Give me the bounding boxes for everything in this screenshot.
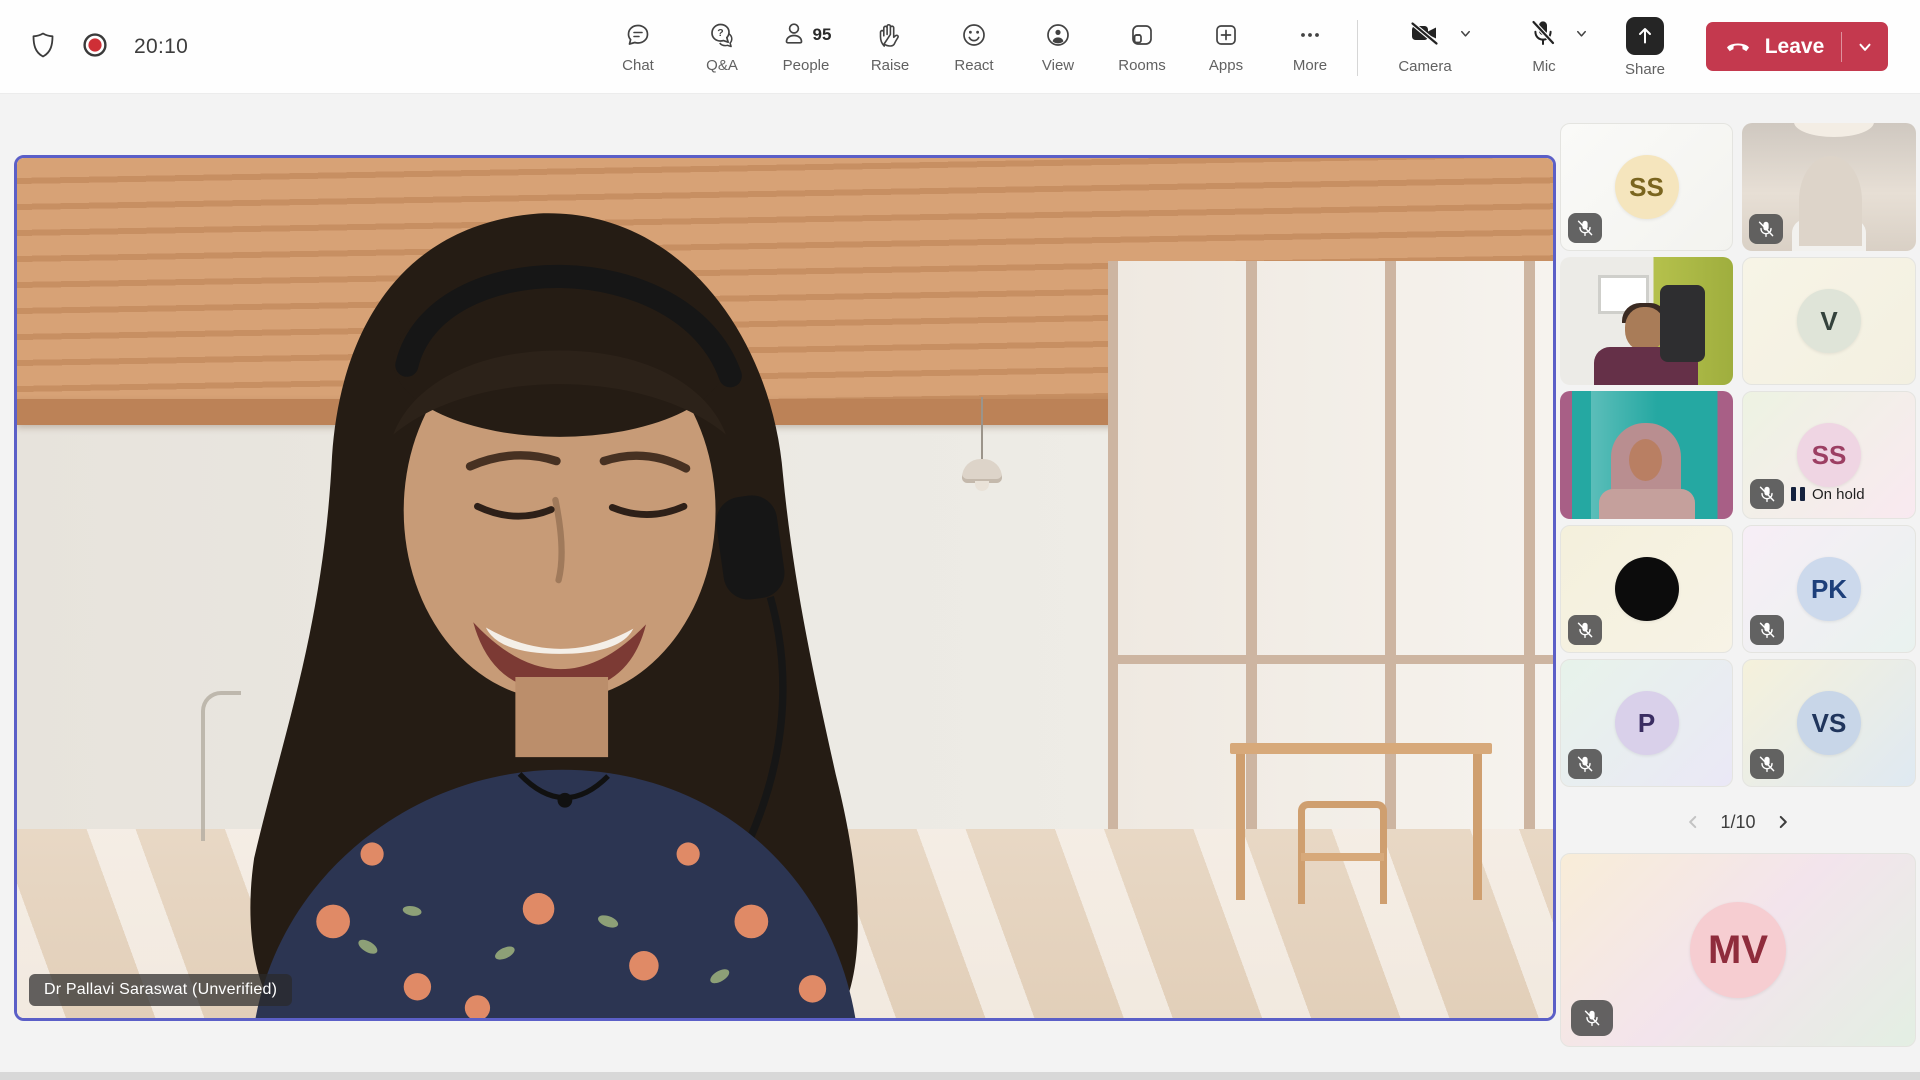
svg-text:?: ? [717, 27, 723, 39]
meeting-timer: 20:10 [134, 35, 188, 59]
share-icon [1626, 17, 1664, 55]
apps-icon [1212, 20, 1240, 50]
avatar: SS [1797, 423, 1861, 487]
react-icon [960, 20, 988, 50]
window-bottom-edge [0, 1072, 1920, 1080]
camera-options-chevron-icon[interactable] [1458, 26, 1473, 46]
mic-muted-badge-icon [1568, 615, 1602, 645]
participant-tile[interactable]: VS [1742, 659, 1916, 787]
speaker-video-feed: Dr Pallavi Saraswat (Unverified) [17, 158, 1553, 1018]
self-view-tile[interactable]: MV [1560, 853, 1916, 1047]
leave-button[interactable]: Leave [1706, 22, 1888, 71]
avatar: MV [1690, 902, 1786, 998]
rooms-icon [1128, 20, 1156, 50]
avatar: P [1615, 691, 1679, 755]
avatar: PK [1797, 557, 1861, 621]
chat-label: Chat [622, 57, 654, 74]
mic-control[interactable]: Mic [1505, 0, 1611, 94]
qna-button[interactable]: ? Q&A [680, 0, 764, 94]
camera-label: Camera [1398, 58, 1451, 75]
rooms-label: Rooms [1118, 57, 1166, 74]
avatar: V [1797, 289, 1861, 353]
mic-muted-badge-icon [1750, 749, 1784, 779]
qna-icon: ? [708, 20, 736, 50]
mic-options-chevron-icon[interactable] [1574, 26, 1589, 46]
share-button[interactable]: Share [1625, 0, 1665, 94]
participant-tile[interactable] [1560, 257, 1733, 385]
camera-control[interactable]: Camera [1384, 0, 1496, 94]
recording-icon [82, 32, 108, 63]
participant-tile[interactable] [1742, 123, 1916, 251]
participant-tile[interactable] [1560, 391, 1733, 519]
rooms-button[interactable]: Rooms [1100, 0, 1184, 94]
mic-muted-badge-icon [1568, 749, 1602, 779]
participant-tile[interactable]: SSOn hold [1742, 391, 1916, 519]
share-label: Share [1625, 61, 1665, 78]
participant-tile[interactable]: V [1742, 257, 1916, 385]
room-table [1230, 743, 1491, 915]
mic-muted-badge-icon [1750, 479, 1784, 509]
mic-label: Mic [1532, 58, 1555, 75]
more-icon [1296, 20, 1324, 50]
mic-muted-badge-icon [1750, 615, 1784, 645]
pager-prev-button[interactable] [1684, 813, 1702, 831]
mic-muted-badge-icon [1749, 214, 1783, 244]
camera-off-icon [1408, 18, 1442, 53]
pager-page-label: 1/10 [1720, 812, 1755, 833]
raise-hand-icon [876, 20, 904, 50]
meeting-toolbar: 20:10 Chat ? Q&A 95 People [0, 0, 1920, 94]
speaker-name-label: Dr Pallavi Saraswat (Unverified) [29, 974, 292, 1006]
participant-pager: 1/10 [1560, 800, 1916, 844]
qna-label: Q&A [706, 57, 738, 74]
on-hold-label: On hold [1812, 486, 1865, 503]
video-feed-office [1560, 257, 1733, 385]
toolbar-buttons: Chat ? Q&A 95 People Raise [596, 0, 1352, 94]
shield-icon [30, 31, 56, 64]
speaker-person [94, 184, 1046, 1021]
video-feed-hijab [1560, 391, 1733, 519]
avatar: VS [1797, 691, 1861, 755]
view-button[interactable]: View [1016, 0, 1100, 94]
view-icon [1044, 20, 1072, 50]
people-button[interactable]: 95 People [764, 0, 848, 94]
avatar: SS [1615, 155, 1679, 219]
people-icon [781, 20, 809, 51]
active-speaker-video[interactable]: Dr Pallavi Saraswat (Unverified) [14, 155, 1556, 1021]
react-button[interactable]: React [932, 0, 1016, 94]
leave-label: Leave [1765, 35, 1825, 59]
status-cluster: 20:10 [30, 0, 188, 94]
participant-tile[interactable]: PK [1742, 525, 1916, 653]
leave-options-chevron-icon[interactable] [1842, 38, 1888, 56]
participant-grid: SSVSSOn holdPKPVS [1560, 123, 1916, 787]
mic-muted-badge-icon [1571, 1000, 1613, 1036]
view-label: View [1042, 57, 1074, 74]
mic-muted-badge-icon [1568, 213, 1602, 243]
apps-button[interactable]: Apps [1184, 0, 1268, 94]
participant-tile[interactable] [1560, 525, 1733, 653]
hangup-icon [1723, 35, 1753, 59]
chat-icon [624, 20, 652, 50]
people-label: People [783, 57, 830, 74]
more-button[interactable]: More [1268, 0, 1352, 94]
react-label: React [954, 57, 993, 74]
pager-next-button[interactable] [1774, 813, 1792, 831]
avatar [1615, 557, 1679, 621]
people-count-badge: 95 [813, 25, 832, 45]
hold-pause-icon [1791, 487, 1805, 501]
on-hold-status: On hold [1750, 479, 1865, 509]
more-label: More [1293, 57, 1327, 74]
apps-label: Apps [1209, 57, 1243, 74]
participant-tile[interactable]: P [1560, 659, 1733, 787]
raise-hand-button[interactable]: Raise [848, 0, 932, 94]
chat-button[interactable]: Chat [596, 0, 680, 94]
toolbar-divider [1357, 20, 1358, 76]
raise-hand-label: Raise [871, 57, 909, 74]
participant-tile[interactable]: SS [1560, 123, 1733, 251]
mic-muted-icon [1528, 18, 1558, 53]
